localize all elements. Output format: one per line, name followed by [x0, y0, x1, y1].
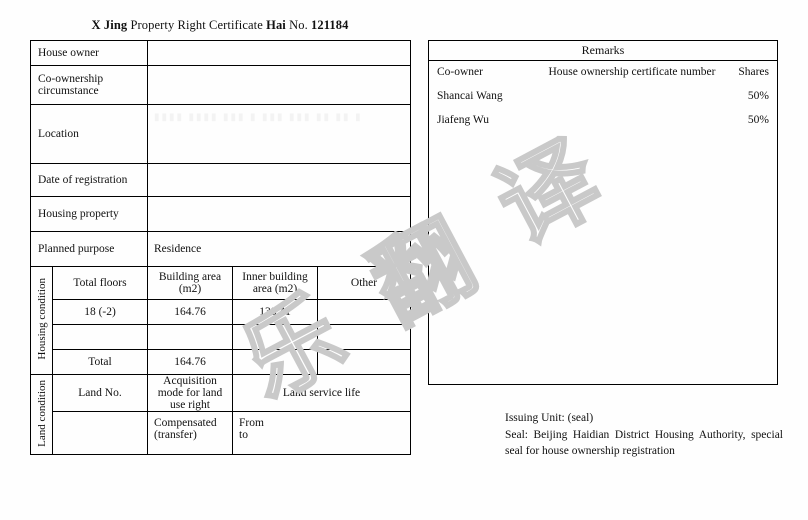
remarks-header-shares: Shares [738, 66, 769, 78]
remarks-certificate-number-2[interactable] [547, 114, 717, 126]
issuing-unit-line: Issuing Unit: (seal) [505, 412, 594, 424]
table-row-housing-property: Housing property [30, 196, 412, 232]
row-label-house-owner: House owner [30, 40, 148, 66]
remarks-header-co-owner: Co-owner [437, 66, 483, 78]
acquisition-mode-line2: (transfer) [154, 429, 197, 441]
title-part-district: Hai [266, 18, 286, 32]
remarks-certificate-number-1[interactable] [547, 90, 717, 102]
land-header-service-life: Land service life [231, 374, 412, 412]
land-condition-side-label: Land condition [30, 374, 53, 455]
remarks-shares-1[interactable]: 50% [717, 90, 769, 102]
remarks-row-1: Shancai Wang 50% [429, 78, 777, 102]
row-value-planned-purpose[interactable]: Residence [146, 231, 412, 267]
housing-header-inner-building-area: Inner building area (m2) [232, 266, 318, 300]
housing-condition-header-row: Housing condition Total floors Building … [30, 266, 412, 375]
issuing-seal-description: Seal: Beijing Haidian District Housing A… [505, 428, 783, 458]
housing-cell-total-floors-2[interactable] [52, 324, 148, 350]
issuing-unit-block: Issuing Unit: (seal) Seal: Beijing Haidi… [505, 410, 783, 460]
row-label-location: Location [30, 104, 148, 164]
remarks-co-owner-2[interactable]: Jiafeng Wu [437, 114, 547, 126]
title-part-middle2: No. [285, 18, 312, 32]
title-part-middle1: Property Right Certificate [127, 18, 267, 32]
housing-header-other: Other [316, 266, 412, 300]
land-cell-service-life[interactable]: From to [231, 411, 412, 455]
certificate-main-table: House owner Co-ownership circumstance Lo… [30, 40, 412, 455]
row-value-co-ownership[interactable] [146, 65, 412, 105]
housing-cell-total-building-area[interactable]: 164.76 [147, 349, 233, 375]
row-label-housing-property: Housing property [30, 196, 148, 232]
title-part-prefix: X Jing [91, 18, 128, 32]
remarks-panel: Remarks Co-owner House ownership certifi… [428, 40, 778, 385]
service-life-to: to [239, 429, 248, 441]
remarks-title: Remarks [429, 41, 777, 61]
table-row-planned-purpose: Planned purpose Residence [30, 231, 412, 267]
row-label-co-ownership: Co-ownership circumstance [30, 65, 148, 105]
table-row-co-ownership: Co-ownership circumstance [30, 65, 412, 105]
land-cell-land-no[interactable] [52, 411, 148, 455]
row-label-date-of-registration: Date of registration [30, 163, 148, 197]
housing-cell-building-area-1[interactable]: 164.76 [147, 299, 233, 325]
housing-condition-total-row: Total 164.76 [31, 349, 412, 375]
housing-cell-other-2[interactable] [316, 324, 412, 350]
housing-cell-total-other[interactable] [316, 349, 412, 375]
title-part-number: 121184 [311, 18, 349, 32]
land-condition-data-row: Compensated (transfer) From to [31, 411, 412, 455]
land-header-land-no: Land No. [52, 374, 148, 412]
housing-cell-other-1[interactable] [316, 299, 412, 325]
row-value-housing-property[interactable] [146, 196, 412, 232]
land-cell-acquisition-mode[interactable]: Compensated (transfer) [147, 411, 233, 455]
land-header-acquisition-mode: Acquisition mode for land use right [147, 374, 233, 412]
remarks-header-row: Co-owner House ownership certificate num… [429, 61, 777, 78]
housing-header-building-area: Building area (m2) [147, 266, 233, 300]
housing-header-total-floors: Total floors [52, 266, 148, 300]
land-condition-header-row: Land condition Land No. Acquisition mode… [30, 374, 412, 455]
housing-cell-total-inner-area[interactable] [232, 349, 318, 375]
row-value-date-of-registration[interactable] [146, 163, 412, 197]
row-value-house-owner[interactable] [146, 40, 412, 66]
housing-cell-total-label: Total [52, 349, 148, 375]
service-life-from: From [239, 417, 264, 429]
row-label-planned-purpose: Planned purpose [30, 231, 148, 267]
housing-condition-side-label: Housing condition [30, 266, 53, 375]
page-title: X Jing Property Right Certificate Hai No… [30, 18, 410, 33]
housing-cell-total-floors-1[interactable]: 18 (-2) [52, 299, 148, 325]
housing-cell-building-area-2[interactable] [147, 324, 233, 350]
remarks-co-owner-1[interactable]: Shancai Wang [437, 90, 547, 102]
housing-cell-inner-area-2[interactable] [232, 324, 318, 350]
remarks-shares-2[interactable]: 50% [717, 114, 769, 126]
housing-condition-data-row-2 [31, 324, 412, 350]
row-value-location[interactable]: ▮▮▮▮ ▮▮▮▮ ▮▮▮ ▮ ▮▮▮ ▮▮▮ ▮▮ ▮▮ ▮ [146, 104, 412, 164]
housing-cell-inner-area-1[interactable]: 138.41 [232, 299, 318, 325]
location-redacted-text: ▮▮▮▮ ▮▮▮▮ ▮▮▮ ▮ ▮▮▮ ▮▮▮ ▮▮ ▮▮ ▮ [154, 112, 363, 123]
certificate-page: 乐 翻 译 X Jing Property Right Certificate … [0, 0, 808, 520]
table-row-location: Location ▮▮▮▮ ▮▮▮▮ ▮▮▮ ▮ ▮▮▮ ▮▮▮ ▮▮ ▮▮ ▮ [30, 104, 412, 164]
remarks-header-certificate-number: House ownership certificate number [548, 66, 716, 78]
housing-condition-data-row-1: 18 (-2) 164.76 138.41 [31, 299, 412, 325]
remarks-row-2: Jiafeng Wu 50% [429, 102, 777, 126]
table-row-date-of-registration: Date of registration [30, 163, 412, 197]
table-row-house-owner: House owner [30, 40, 412, 66]
acquisition-mode-line1: Compensated [154, 417, 217, 429]
